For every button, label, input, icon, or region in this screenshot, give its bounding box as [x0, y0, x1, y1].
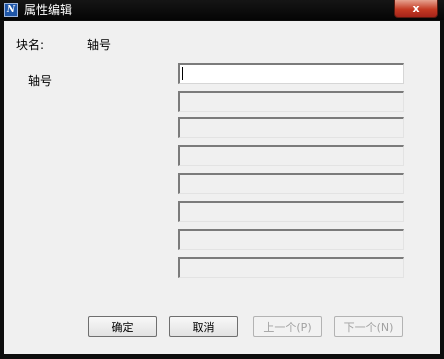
attribute-input-8[interactable]	[178, 257, 404, 278]
block-name-value: 轴号	[87, 38, 112, 52]
close-icon: x	[412, 2, 420, 15]
attribute-input-3[interactable]	[178, 117, 404, 138]
window-title: 属性编辑	[24, 3, 73, 17]
dialog-client: 块名: 轴号 轴号 确定 取消 上一个(P) 下一个(N)	[4, 21, 440, 354]
dialog-window: N 属性编辑 x 块名: 轴号 轴号 确定 取消 上一个(P) 下一个(N)	[0, 0, 444, 359]
ok-button[interactable]: 确定	[88, 316, 157, 337]
previous-button[interactable]: 上一个(P)	[253, 316, 322, 337]
title-bar[interactable]: N 属性编辑 x	[0, 0, 444, 20]
attribute-input-2[interactable]	[178, 91, 404, 112]
attribute-input-4[interactable]	[178, 145, 404, 166]
attribute-label: 轴号	[28, 74, 53, 88]
next-button[interactable]: 下一个(N)	[334, 316, 403, 337]
text-caret	[182, 67, 183, 80]
close-button[interactable]: x	[394, 0, 438, 18]
attribute-input-1[interactable]	[178, 63, 404, 84]
attribute-input-5[interactable]	[178, 173, 404, 194]
block-name-label: 块名:	[16, 38, 45, 52]
cancel-button[interactable]: 取消	[169, 316, 238, 337]
attribute-input-6[interactable]	[178, 201, 404, 222]
app-icon: N	[4, 3, 18, 17]
attribute-input-7[interactable]	[178, 229, 404, 250]
